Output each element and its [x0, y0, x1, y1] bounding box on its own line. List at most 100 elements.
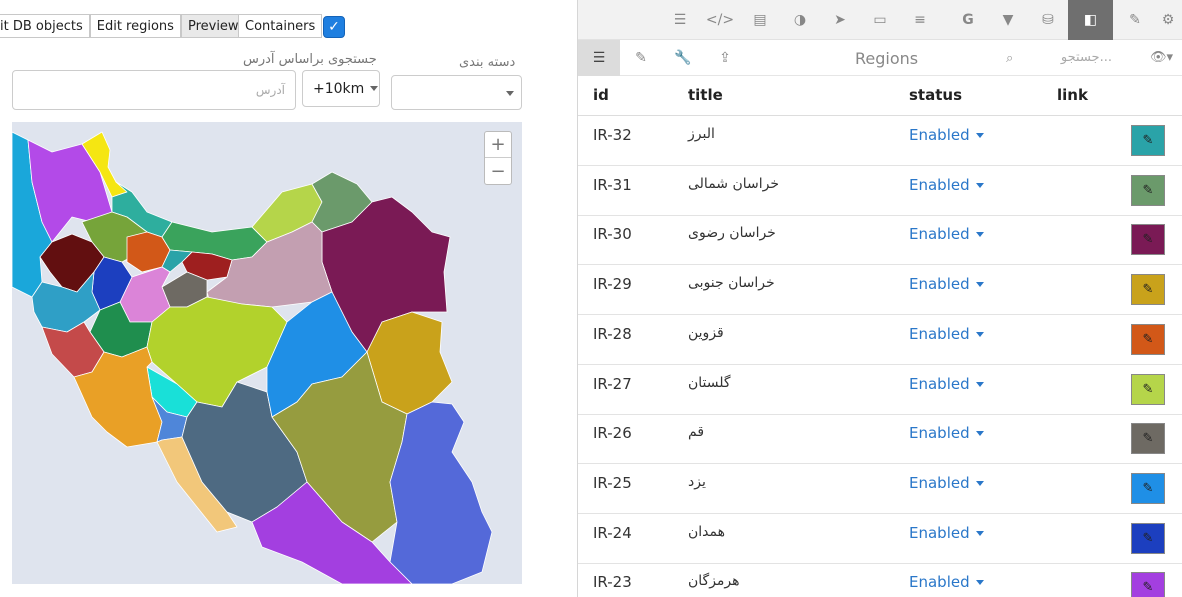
radius-select[interactable]: +10km: [302, 70, 380, 107]
table-row[interactable]: IR-23 هرمزگان Enabled ✎: [578, 563, 1182, 597]
brush-icon: ✎: [1142, 530, 1154, 546]
map-frame-icon[interactable]: ◧: [1068, 0, 1113, 40]
preview-panel: it DB objects Edit regions Preview Conta…: [0, 0, 577, 597]
color-swatch-button[interactable]: ✎: [1131, 373, 1165, 405]
category-label: دسته بندی: [459, 55, 516, 70]
table-row[interactable]: IR-26 قم Enabled ✎: [578, 414, 1182, 465]
filter-icon[interactable]: ▼: [988, 0, 1028, 40]
tab-preview[interactable]: Preview: [180, 14, 246, 38]
eye-icon[interactable]: 👁▾: [1150, 50, 1173, 65]
list-view-icon[interactable]: ☰: [578, 40, 620, 76]
status-dropdown[interactable]: Enabled: [909, 325, 984, 343]
containers-checkbox[interactable]: ✓: [323, 16, 345, 38]
search-input[interactable]: جستجو...: [1022, 50, 1112, 65]
color-swatch-button[interactable]: ✎: [1131, 522, 1165, 554]
brush-icon: ✎: [1142, 282, 1154, 298]
database-icon[interactable]: ⛁: [1028, 0, 1068, 40]
map-svg: [12, 131, 493, 584]
cell-title: خراسان جنوبی: [688, 275, 775, 292]
cell-title: خراسان شمالی: [688, 175, 780, 192]
column-header-status[interactable]: status: [909, 86, 962, 104]
cell-id: IR-31: [593, 175, 632, 194]
status-dropdown[interactable]: Enabled: [909, 275, 984, 293]
tab-db-objects[interactable]: it DB objects: [0, 14, 90, 38]
table-row[interactable]: IR-28 قزوین Enabled ✎: [578, 315, 1182, 365]
status-dropdown[interactable]: Enabled: [909, 573, 984, 591]
table-row[interactable]: IR-24 همدان Enabled ✎: [578, 514, 1182, 564]
status-label: Enabled: [909, 275, 970, 294]
status-label: Enabled: [909, 473, 970, 492]
status-dropdown[interactable]: Enabled: [909, 474, 984, 492]
tab-edit-regions[interactable]: Edit regions: [89, 14, 181, 38]
toggle-icon[interactable]: ◑: [780, 0, 820, 40]
status-dropdown[interactable]: Enabled: [909, 176, 984, 194]
status-dropdown[interactable]: Enabled: [909, 225, 984, 243]
brush-icon: ✎: [1142, 580, 1154, 596]
cell-id: IR-30: [593, 225, 632, 244]
table-row[interactable]: IR-30 خراسان رضوی Enabled ✎: [578, 215, 1182, 266]
color-swatch-button[interactable]: ✎: [1131, 572, 1165, 597]
chevron-down-icon: [975, 331, 984, 337]
pointer-icon[interactable]: ➤: [820, 0, 860, 40]
chevron-down-icon: [975, 282, 984, 288]
color-swatch-button[interactable]: ✎: [1131, 472, 1165, 504]
color-swatch-button[interactable]: ✎: [1131, 125, 1165, 156]
cell-id: IR-24: [593, 523, 632, 542]
cell-id: IR-29: [593, 275, 632, 294]
panel-title: Regions: [855, 49, 919, 68]
chevron-down-icon: [975, 480, 984, 486]
color-swatch-button[interactable]: ✎: [1131, 423, 1165, 455]
status-label: Enabled: [909, 324, 970, 343]
table-row[interactable]: IR-27 گلستان Enabled ✎: [578, 365, 1182, 415]
address-placeholder: آدرس: [255, 83, 285, 97]
status-dropdown[interactable]: Enabled: [909, 126, 984, 144]
status-label: Enabled: [909, 573, 970, 592]
status-label: Enabled: [909, 225, 970, 244]
wrench-icon[interactable]: 🔧: [662, 40, 704, 76]
card-icon[interactable]: ▭: [860, 0, 900, 40]
code-icon[interactable]: </>: [700, 0, 740, 40]
brush-icon: ✎: [1142, 133, 1154, 148]
list-icon[interactable]: ≡: [900, 0, 940, 40]
region-sistan-baluchestan[interactable]: [389, 401, 493, 584]
color-swatch-button[interactable]: ✎: [1131, 174, 1165, 206]
radius-value: +10km: [313, 80, 365, 97]
zoom-in-button[interactable]: +: [485, 132, 511, 158]
column-header-link[interactable]: link: [1057, 86, 1088, 104]
edit-icon[interactable]: ✎: [620, 40, 662, 76]
gear-icon[interactable]: ⚙: [1153, 0, 1182, 40]
brush-icon: ✎: [1142, 381, 1154, 397]
chevron-down-icon: [975, 133, 984, 138]
table-row[interactable]: IR-29 خراسان جنوبی Enabled ✎: [578, 265, 1182, 316]
brush-icon[interactable]: ✎: [1115, 0, 1155, 40]
upload-icon[interactable]: ⇪: [704, 40, 746, 76]
status-dropdown[interactable]: Enabled: [909, 424, 984, 442]
color-swatch-button[interactable]: ✎: [1131, 323, 1165, 355]
column-header-id[interactable]: id: [593, 86, 609, 104]
containers-button[interactable]: Containers: [238, 14, 323, 38]
color-swatch-button[interactable]: ✎: [1131, 224, 1165, 256]
status-label: Enabled: [909, 175, 970, 194]
status-dropdown[interactable]: Enabled: [909, 524, 984, 542]
code-block-icon[interactable]: ☰: [660, 0, 700, 40]
color-swatch-button[interactable]: ✎: [1131, 274, 1165, 306]
table-row[interactable]: IR-32 البرز Enabled ✎: [578, 116, 1182, 166]
google-icon[interactable]: G: [948, 0, 988, 40]
status-dropdown[interactable]: Enabled: [909, 375, 984, 393]
table-row[interactable]: IR-25 یزد Enabled ✎: [578, 464, 1182, 514]
top-toolbar: ☰ </> ▤ ◑ ➤ ▭ ≡ G ▼ ⛁ ◧ ✎ ⚙: [578, 0, 1182, 40]
table-row[interactable]: IR-31 خراسان شمالی Enabled ✎: [578, 166, 1182, 216]
zoom-out-button[interactable]: −: [485, 158, 511, 184]
cell-title: همدان: [688, 523, 725, 540]
cell-title: البرز: [688, 126, 715, 142]
chevron-down-icon: [975, 431, 984, 437]
column-header-title[interactable]: title: [688, 86, 723, 104]
cell-id: IR-26: [593, 424, 632, 443]
file-icon[interactable]: ▤: [740, 0, 780, 40]
category-select[interactable]: [391, 75, 522, 110]
regions-map[interactable]: [12, 122, 522, 584]
address-search-input[interactable]: آدرس: [12, 70, 296, 110]
check-icon: ✓: [328, 19, 340, 35]
table-header: id title status link: [578, 76, 1182, 116]
cell-id: IR-23: [593, 573, 632, 592]
